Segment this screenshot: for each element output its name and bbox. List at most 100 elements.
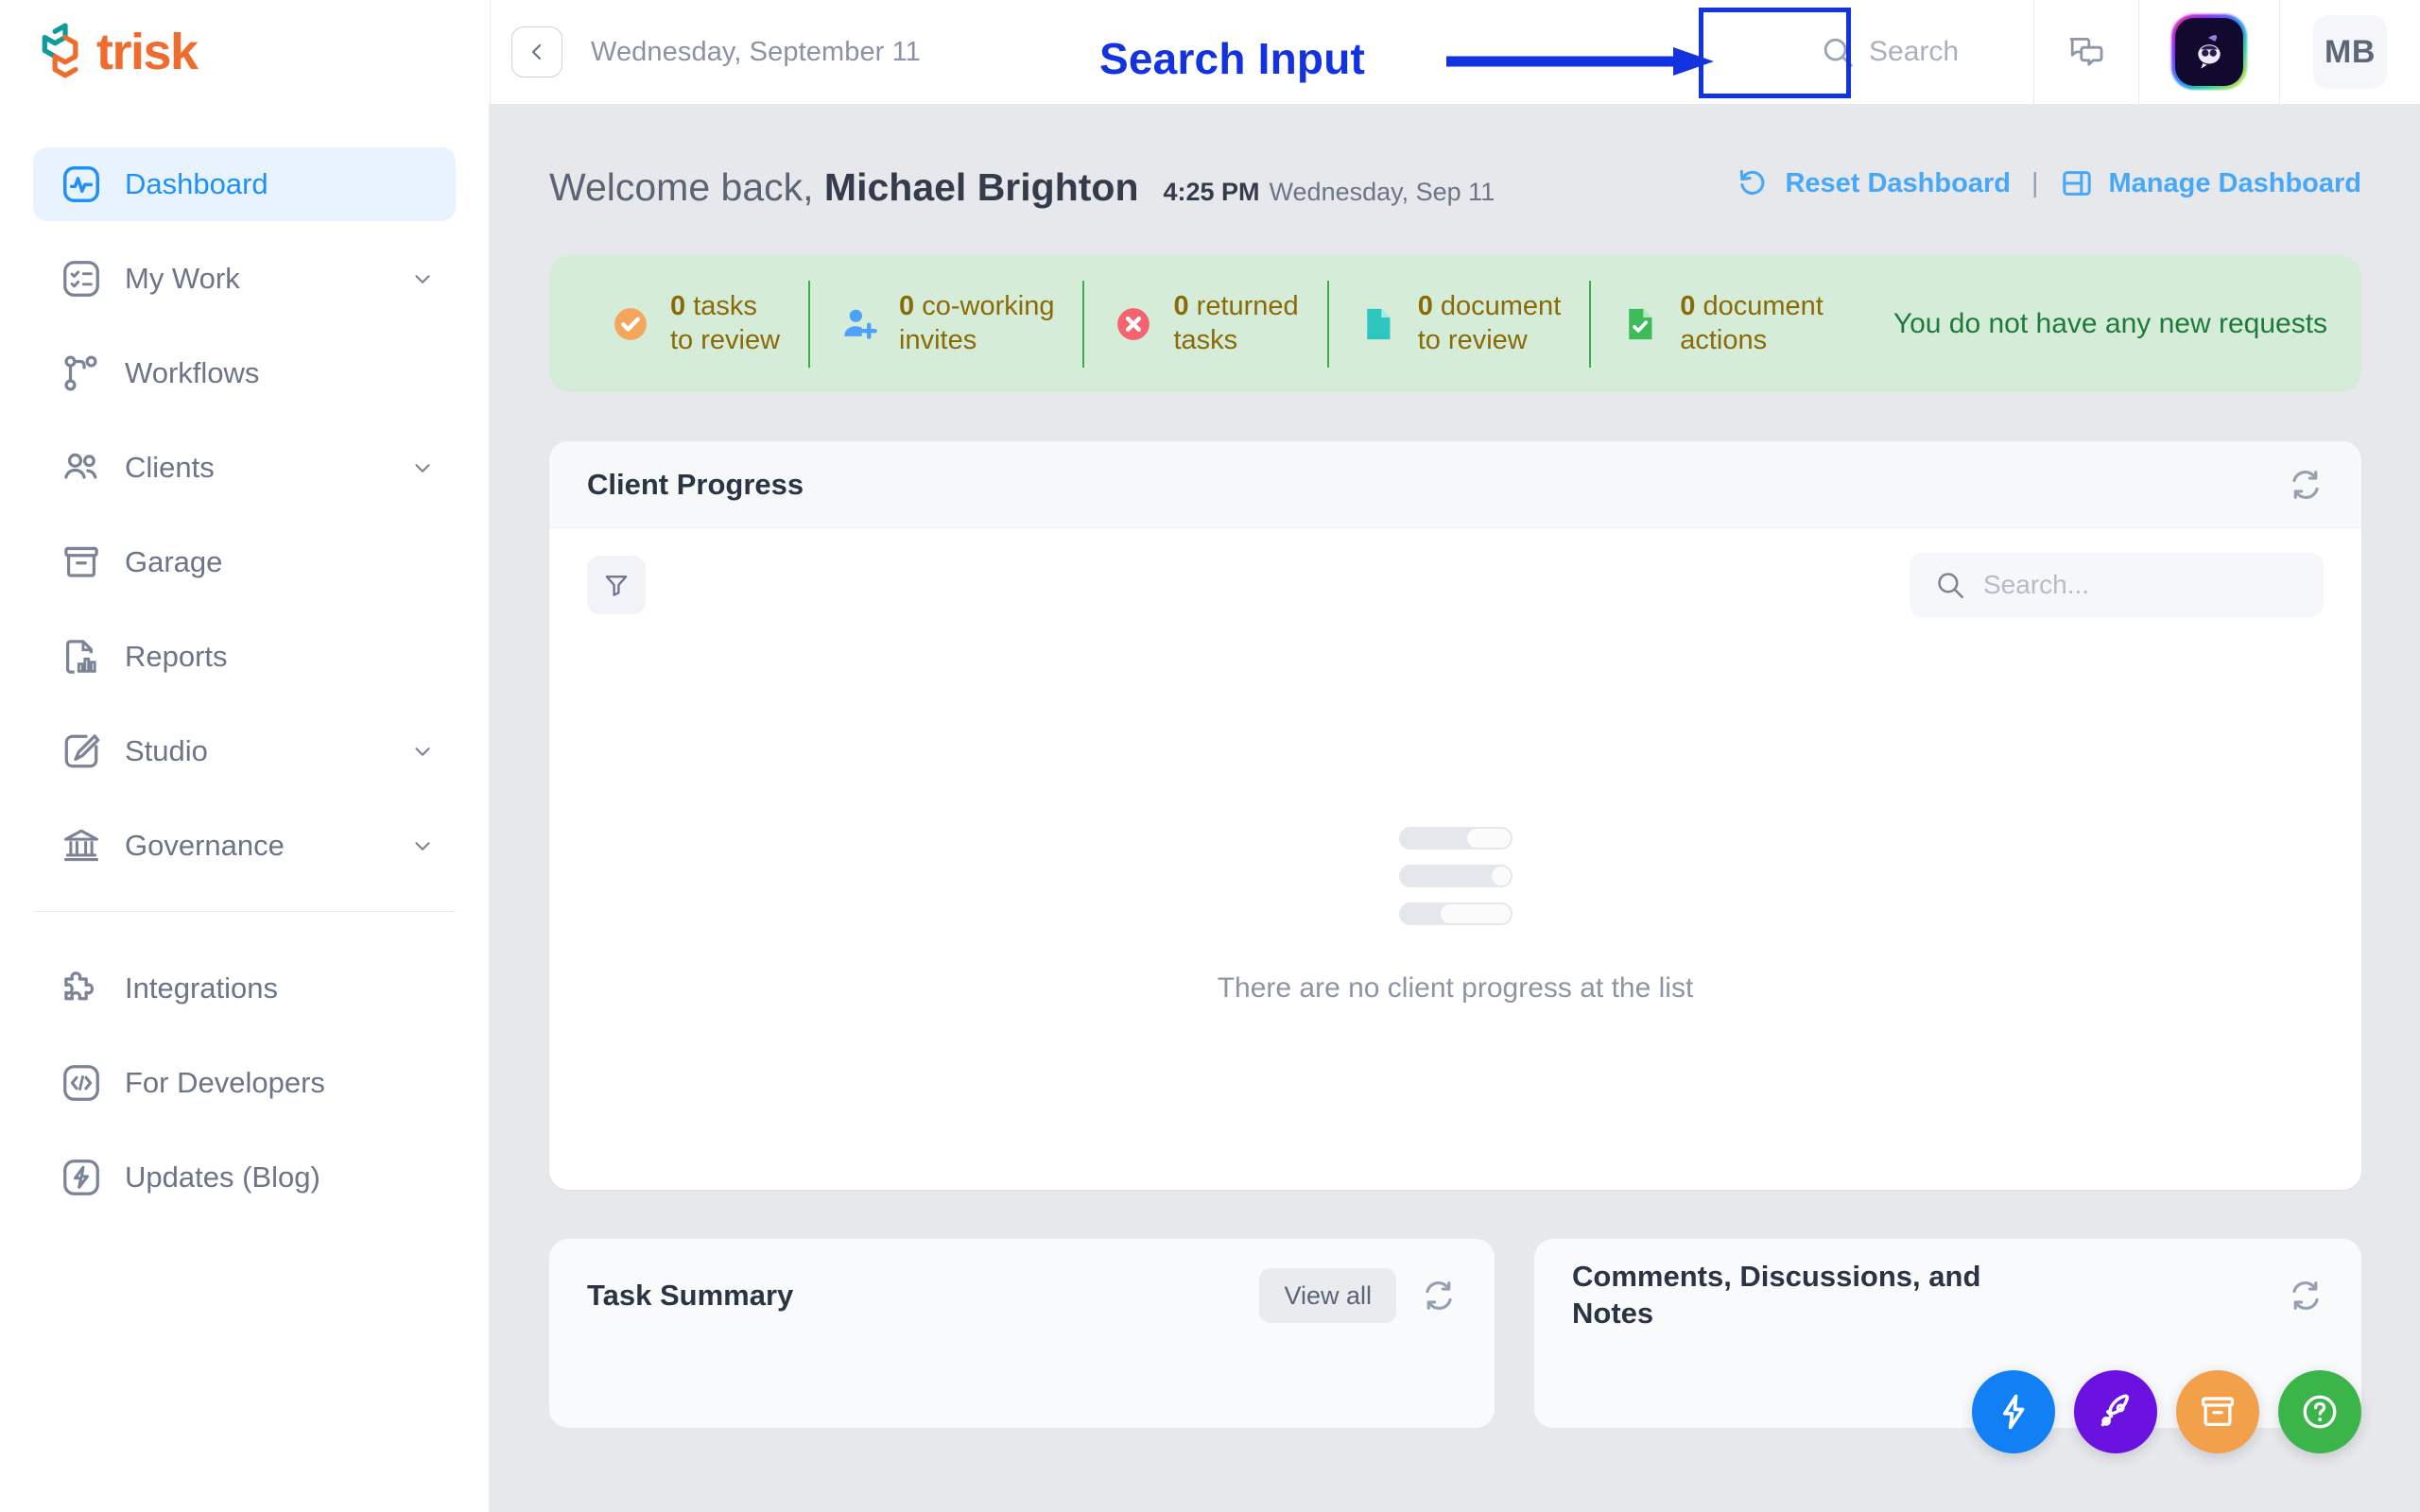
ai-assistant-button[interactable]	[2139, 0, 2279, 104]
status-line2: tasks	[1173, 324, 1238, 355]
status-line2: to review	[1417, 324, 1528, 355]
sidebar-item-dashboard[interactable]: Dashboard	[33, 147, 456, 221]
status-item-returned-tasks[interactable]: 0 returned tasks	[1082, 280, 1326, 368]
dashboard-actions: Reset Dashboard | Manage Dashboard	[1736, 166, 2361, 200]
status-line1: document	[1440, 291, 1562, 322]
manage-dashboard-button[interactable]: Manage Dashboard	[2060, 166, 2361, 200]
card-header-actions	[2288, 1278, 2324, 1314]
filter-button[interactable]	[587, 556, 646, 614]
status-note: You do not have any new requests	[1893, 307, 2328, 339]
status-line2: to review	[670, 324, 781, 355]
status-summary-bar: 0 tasks to review 0 co-working invites 0…	[549, 255, 2361, 392]
sidebar-item-label: Governance	[125, 829, 285, 862]
status-line1: returned	[1196, 291, 1299, 322]
chevron-down-icon[interactable]	[410, 266, 435, 291]
status-item-document-to-review[interactable]: 0 document to review	[1326, 280, 1590, 368]
sidebar-item-governance[interactable]: Governance	[33, 809, 456, 883]
card-search-input[interactable]: Search...	[1910, 553, 2324, 617]
status-line2: invites	[899, 324, 977, 355]
search-icon	[1938, 573, 1964, 599]
sidebar-item-label: Reports	[125, 640, 228, 673]
welcome-header: Welcome back, Michael Brighton 4:25 PM W…	[491, 104, 2420, 210]
card-title: Task Summary	[587, 1278, 794, 1312]
sidebar-item-studio[interactable]: Studio	[33, 714, 456, 788]
current-date: Wednesday, Sep 11	[1269, 178, 1495, 206]
refresh-icon[interactable]	[2288, 1278, 2324, 1314]
status-item-tasks-to-review[interactable]: 0 tasks to review	[581, 281, 808, 368]
sidebar-item-label: Dashboard	[125, 167, 268, 200]
archive-box-icon	[2201, 1397, 2235, 1427]
fab-help[interactable]	[2278, 1370, 2361, 1453]
question-circle-icon	[2303, 1395, 2337, 1429]
sidebar-item-label: For Developers	[125, 1066, 325, 1099]
activity-pulse-icon	[59, 162, 104, 207]
users-icon	[59, 445, 104, 490]
sidebar-item-clients[interactable]: Clients	[33, 431, 456, 505]
chevron-down-icon[interactable]	[410, 833, 435, 858]
sidebar-item-garage[interactable]: Garage	[33, 525, 456, 599]
chat-bubbles-icon	[2069, 38, 2103, 66]
reset-arrow-icon	[1740, 169, 1765, 196]
trisk-logo-icon	[36, 23, 95, 81]
annotation-label: Search Input	[1099, 34, 1366, 83]
sidebar-item-integrations[interactable]: Integrations	[33, 952, 456, 1025]
user-menu-button[interactable]: MB	[2280, 0, 2420, 104]
sidebar-item-label: Integrations	[125, 971, 278, 1005]
sidebar-item-workflows[interactable]: Workflows	[33, 336, 456, 410]
sidebar-item-label: Garage	[125, 545, 223, 578]
sidebar-collapse-button[interactable]	[511, 26, 562, 77]
view-all-button[interactable]: View all	[1259, 1268, 1396, 1323]
status-text: 0 document to review	[1418, 290, 1562, 357]
ai-bot-avatar-icon	[2175, 18, 2243, 86]
chevron-down-icon[interactable]	[410, 739, 435, 764]
avatar: MB	[2313, 15, 2387, 89]
card-header: Client Progress	[549, 441, 2361, 528]
sidebar-item-for-developers[interactable]: For Developers	[33, 1046, 456, 1120]
fab-quick-actions[interactable]	[1972, 1370, 2055, 1453]
status-count: 0	[899, 291, 915, 322]
user-name: Michael Brighton	[823, 165, 1139, 209]
empty-skeleton-icon	[1398, 827, 1512, 925]
client-progress-card: Client Progress Search... There are no c…	[549, 441, 2361, 1190]
page-title: Welcome back, Michael Brighton	[549, 165, 1139, 210]
refresh-icon[interactable]	[2288, 467, 2324, 503]
card-header: Task Summary View all	[549, 1239, 1495, 1352]
fab-garage[interactable]	[2176, 1370, 2259, 1453]
fab-whats-new[interactable]	[2074, 1370, 2157, 1453]
card-search-placeholder: Search...	[1983, 570, 2090, 599]
bank-columns-icon	[59, 823, 104, 868]
status-line2: actions	[1680, 324, 1768, 355]
brush-square-icon	[59, 729, 104, 774]
empty-state: There are no client progress at the list	[549, 642, 2361, 1190]
layout-panels-icon	[2062, 171, 2091, 196]
document-icon	[1357, 303, 1399, 345]
status-item-document-actions[interactable]: 0 document actions	[1589, 280, 1852, 368]
status-item-coworking-invites[interactable]: 0 co-working invites	[808, 280, 1082, 368]
topbar-divider	[490, 0, 491, 104]
current-date-label: Wednesday, September 11	[591, 36, 921, 67]
x-circle-icon	[1113, 303, 1154, 345]
app-logo[interactable]: trisk	[0, 0, 490, 104]
empty-state-message: There are no client progress at the list	[1217, 972, 1694, 1004]
checklist-icon	[59, 256, 104, 301]
sidebar-item-label: My Work	[125, 262, 240, 295]
refresh-icon[interactable]	[1421, 1278, 1457, 1314]
reset-dashboard-button[interactable]: Reset Dashboard	[1736, 166, 2011, 200]
sidebar-item-my-work[interactable]: My Work	[33, 242, 456, 316]
status-text: 0 document actions	[1680, 290, 1824, 357]
status-line1: co-working	[922, 291, 1055, 322]
sidebar-item-label: Workflows	[125, 356, 260, 389]
archive-box-icon	[59, 540, 104, 585]
sidebar-item-reports[interactable]: Reports	[33, 620, 456, 694]
search-input[interactable]: Search	[1786, 0, 2033, 104]
document-check-icon	[1619, 303, 1661, 345]
sidebar-item-updates-blog[interactable]: Updates (Blog)	[33, 1141, 456, 1214]
sidebar-item-label: Clients	[125, 451, 215, 484]
chat-button[interactable]	[2034, 0, 2138, 104]
task-summary-card: Task Summary View all	[549, 1239, 1495, 1428]
status-count: 0	[670, 291, 686, 322]
status-count: 0	[1173, 291, 1189, 322]
floating-action-buttons	[1972, 1370, 2361, 1453]
chevron-down-icon[interactable]	[410, 455, 435, 480]
sidebar: Dashboard My Work Workflows Clients Gara…	[0, 104, 490, 1512]
